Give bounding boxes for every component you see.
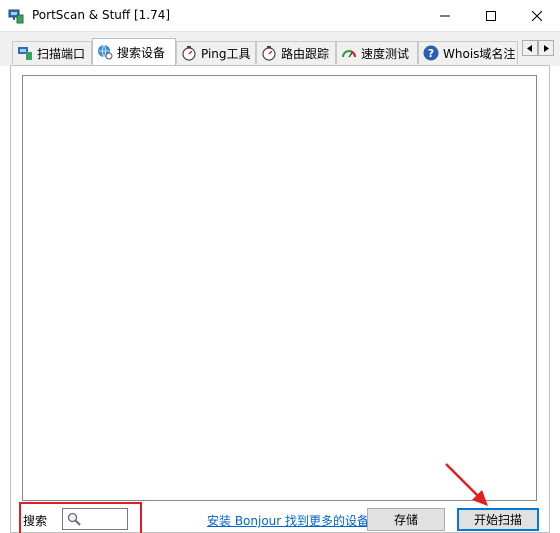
save-button[interactable]: 存储 [367,508,445,531]
stopwatch-icon [262,46,276,61]
search-devices-panel: 搜索 安装 Bonjour 找到更多的设备 存储 开始扫描 [10,65,550,533]
tab-label: 搜索设备 [117,45,166,60]
tab-label: 路由跟踪 [281,46,330,61]
tab-label: Ping工具 [201,46,251,61]
magnifier-icon [67,512,81,526]
close-button[interactable] [514,0,560,32]
minimize-button[interactable] [422,0,468,32]
install-bonjour-link[interactable]: 安装 Bonjour 找到更多的设备 [207,512,369,529]
svg-text:?: ? [428,47,434,60]
search-label: 搜索 [23,514,48,528]
question-icon: ? [423,45,439,61]
tab-search-devices[interactable]: 搜索设备 [92,38,176,65]
start-scan-button[interactable]: 开始扫描 [457,508,539,531]
maximize-icon [486,11,496,21]
tab-strip: 扫描端口 搜索设备 Ping工具 路由跟踪 速度测试 ? Whois域名注 [0,32,560,66]
tab-scroll-right-button[interactable] [538,40,554,56]
arrow-left-icon [527,44,532,52]
tab-label: 扫描端口 [37,46,86,61]
tab-label: 速度测试 [361,46,410,61]
maximize-button[interactable] [468,0,514,32]
tab-scan-ports[interactable]: 扫描端口 [12,41,92,64]
tab-whois[interactable]: ? Whois域名注 [418,41,518,64]
network-scan-icon [18,47,32,60]
arrow-right-icon [544,44,549,52]
tab-scroll-arrows [522,40,554,56]
minimize-icon [440,15,450,17]
tab-label: Whois域名注 [443,46,516,61]
tab-ping[interactable]: Ping工具 [176,41,256,64]
close-icon [532,11,542,21]
search-input[interactable] [62,508,128,530]
app-icon [8,9,24,24]
globe-search-icon [98,44,113,60]
title-bar: PortScan & Stuff [1.74] [0,0,560,32]
tab-speed-test[interactable]: 速度测试 [336,41,418,64]
window-title: PortScan & Stuff [1.74] [32,8,171,22]
stopwatch-icon [182,46,196,61]
device-results-list[interactable] [22,75,537,501]
tab-traceroute[interactable]: 路由跟踪 [256,41,336,64]
speedometer-icon [342,50,356,58]
tab-scroll-left-button[interactable] [522,40,538,56]
